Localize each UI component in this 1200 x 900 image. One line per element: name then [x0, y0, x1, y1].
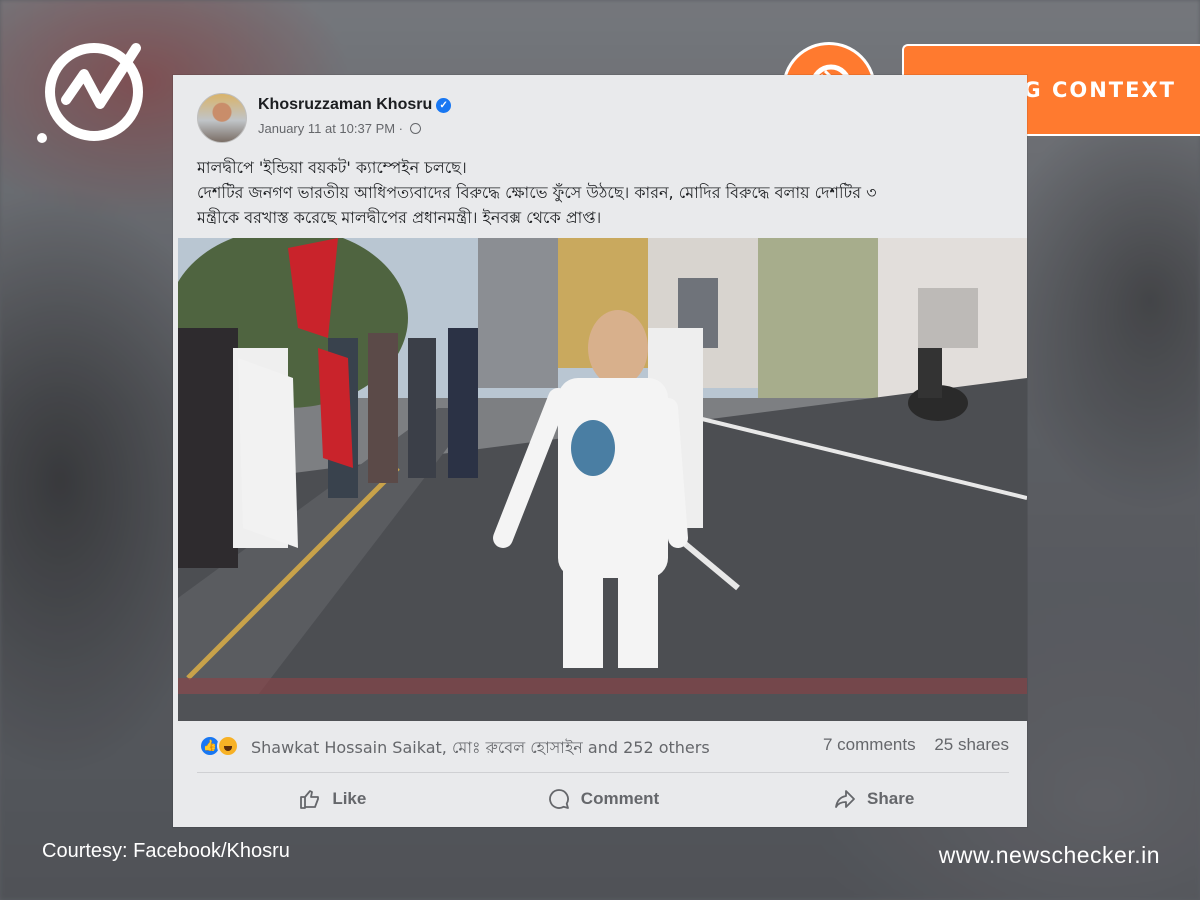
post-timestamp[interactable]: January 11 at 10:37 PM · [258, 121, 403, 136]
post-meta: January 11 at 10:37 PM · [258, 121, 421, 136]
comment-button[interactable]: Comment [468, 780, 739, 818]
share-icon [835, 790, 855, 808]
comments-count[interactable]: 7 comments [823, 735, 916, 754]
post-video-frame[interactable] [178, 238, 1027, 721]
post-text-line: মন্ত্রীকে বরখাস্ত করেছে মালদ্বীপের প্রধা… [197, 208, 602, 227]
courtesy-credit: Courtesy: Facebook/Khosru [42, 840, 290, 862]
post-text-line: দেশটির জনগণ ভারতীয় আধিপত্যবাদের বিরুদ্ধ… [197, 183, 877, 202]
reactions-row: 👍 Shawkat Hossain Saikat, মোঃ রুবেল হোসা… [197, 731, 1009, 761]
divider [197, 772, 1009, 773]
action-bar: Like Comment Share [197, 780, 1009, 818]
newschecker-logo-icon [37, 43, 143, 143]
shares-count[interactable]: 25 shares [934, 735, 1009, 754]
facebook-post-card: Khosruzzaman Khosru ✓ January 11 at 10:37… [173, 75, 1027, 827]
globe-icon [409, 123, 421, 134]
comment-icon [548, 789, 569, 809]
street-scene-image [178, 238, 1027, 721]
avatar[interactable] [197, 93, 247, 143]
share-label: Share [867, 789, 915, 808]
like-button[interactable]: Like [197, 780, 468, 818]
verified-icon: ✓ [436, 98, 452, 113]
like-icon [300, 790, 320, 809]
share-button[interactable]: Share [738, 780, 1009, 818]
reaction-names[interactable]: Shawkat Hossain Saikat, মোঃ রুবেল হোসাইন… [251, 735, 710, 762]
comment-label: Comment [580, 789, 660, 808]
haha-reaction-icon [217, 735, 239, 757]
reaction-icons[interactable]: 👍 [199, 735, 243, 757]
author-name[interactable]: Khosruzzaman Khosru ✓ [258, 96, 452, 114]
post-text: মালদ্বীপে 'ইন্ডিয়া বয়কট' ক্যাম্পেইন চল… [197, 155, 1007, 230]
site-url[interactable]: www.newschecker.in [939, 842, 1160, 869]
post-header: Khosruzzaman Khosru ✓ January 11 at 10:37… [197, 93, 797, 143]
author-name-text[interactable]: Khosruzzaman Khosru [258, 96, 432, 113]
like-label: Like [332, 789, 367, 808]
post-text-line: মালদ্বীপে 'ইন্ডিয়া বয়কট' ক্যাম্পেইন চল… [197, 158, 467, 177]
engagement-counts: 7 comments 25 shares [809, 735, 1009, 755]
